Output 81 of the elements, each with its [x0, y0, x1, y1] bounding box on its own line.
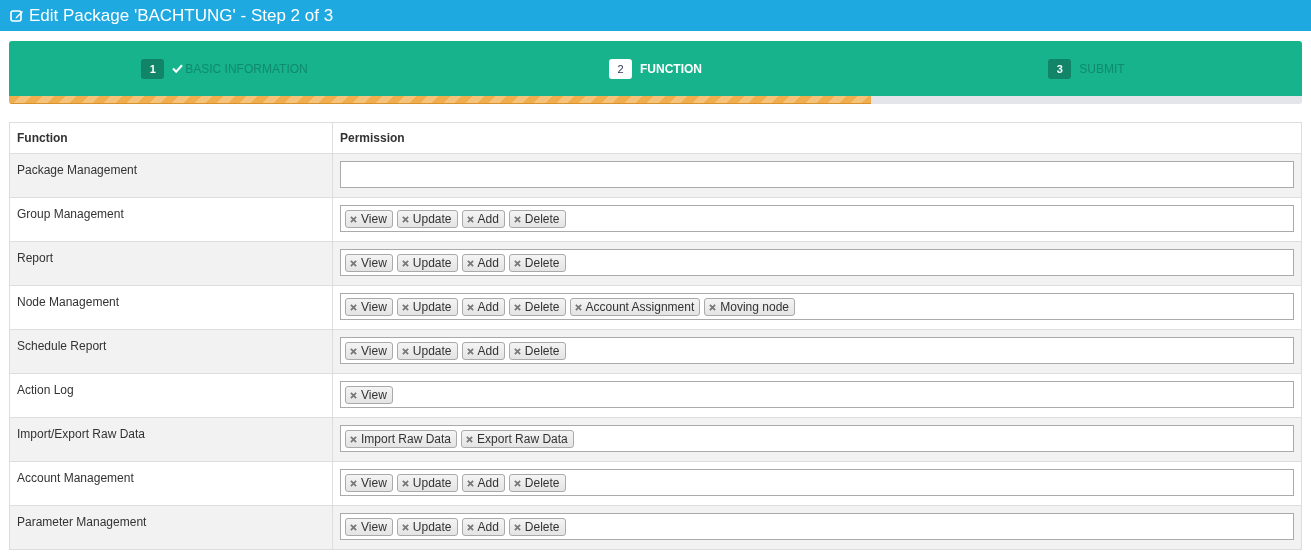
permission-tag[interactable]: Add	[461, 473, 505, 492]
permission-tag[interactable]: Update	[396, 253, 458, 272]
remove-icon[interactable]	[574, 304, 582, 311]
remove-icon[interactable]	[466, 216, 474, 223]
permission-field[interactable]: View	[340, 381, 1294, 408]
permission-tag[interactable]: View	[345, 253, 393, 272]
wizard-step[interactable]: 2 FUNCTION	[440, 41, 871, 96]
permission-tag[interactable]: Delete	[508, 253, 566, 272]
remove-icon[interactable]	[513, 480, 521, 487]
permission-tag[interactable]: Delete	[508, 297, 566, 316]
function-cell: Node Management	[9, 285, 333, 330]
remove-icon[interactable]	[401, 216, 409, 223]
remove-icon[interactable]	[513, 216, 521, 223]
remove-icon[interactable]	[466, 436, 474, 443]
column-header: Function	[9, 122, 333, 154]
function-cell: Account Management	[9, 461, 333, 506]
permission-field[interactable]: View Update Add Delete	[340, 205, 1294, 232]
remove-icon[interactable]	[350, 216, 357, 223]
permission-tag[interactable]: Add	[461, 297, 505, 316]
permission-tag[interactable]: View	[345, 341, 393, 360]
permission-tag[interactable]: Export Raw Data	[461, 429, 574, 448]
remove-icon[interactable]	[350, 260, 357, 267]
remove-icon[interactable]	[401, 260, 409, 267]
remove-icon[interactable]	[466, 480, 474, 487]
remove-icon[interactable]	[513, 260, 521, 267]
permission-tag[interactable]: Delete	[508, 341, 566, 360]
permission-tag[interactable]: Delete	[508, 473, 566, 492]
permission-tag[interactable]: Add	[461, 341, 505, 360]
permission-tag[interactable]: Delete	[508, 517, 566, 536]
permission-tag[interactable]: View	[345, 517, 393, 536]
permission-tag[interactable]: Import Raw Data	[345, 429, 458, 448]
function-cell: Report	[9, 241, 333, 286]
permission-tag[interactable]: Update	[396, 297, 458, 316]
remove-icon[interactable]	[401, 524, 409, 531]
function-cell: Schedule Report	[9, 329, 333, 374]
remove-icon[interactable]	[350, 392, 357, 399]
remove-icon[interactable]	[350, 524, 357, 531]
remove-icon[interactable]	[466, 524, 474, 531]
permission-field[interactable]	[340, 161, 1294, 188]
permission-tag[interactable]: View	[345, 385, 393, 404]
permission-tag[interactable]: Moving node	[704, 297, 795, 316]
permission-tag[interactable]: Add	[461, 209, 505, 228]
permission-tag[interactable]: Update	[396, 209, 458, 228]
remove-icon[interactable]	[401, 304, 409, 311]
permission-tag[interactable]: Add	[461, 253, 505, 272]
permission-tag[interactable]: Update	[396, 517, 458, 536]
permission-field[interactable]: Import Raw Data Export Raw Data	[340, 425, 1294, 452]
remove-icon[interactable]	[709, 304, 717, 311]
remove-icon[interactable]	[401, 480, 409, 487]
permission-tag[interactable]: View	[345, 297, 393, 316]
column-header: Permission	[332, 122, 1302, 154]
permission-tag[interactable]: Delete	[508, 209, 566, 228]
remove-icon[interactable]	[350, 304, 357, 311]
remove-icon[interactable]	[350, 480, 357, 487]
function-cell: Package Management	[9, 153, 333, 198]
remove-icon[interactable]	[466, 348, 474, 355]
permission-field[interactable]: View Update Add Delete	[340, 337, 1294, 364]
permission-tag[interactable]: Update	[396, 341, 458, 360]
permission-field[interactable]: View Update Add Delete	[340, 513, 1294, 540]
remove-icon[interactable]	[513, 524, 521, 531]
remove-icon[interactable]	[350, 436, 357, 443]
permission-tag[interactable]: Update	[396, 473, 458, 492]
function-cell: Parameter Management	[9, 505, 333, 550]
window-title: Edit Package 'BACHTUNG' - Step 2 of 3	[29, 5, 334, 26]
permission-tag[interactable]: View	[345, 209, 393, 228]
permission-tag[interactable]: Account Assignment	[569, 297, 701, 316]
function-cell: Import/Export Raw Data	[9, 417, 333, 462]
permission-tag[interactable]: Add	[461, 517, 505, 536]
function-cell: Action Log	[9, 373, 333, 418]
permission-field[interactable]: View Update Add Delete	[340, 469, 1294, 496]
remove-icon[interactable]	[466, 304, 474, 311]
permission-field[interactable]: View Update Add Delete	[340, 249, 1294, 276]
permission-tag[interactable]: View	[345, 473, 393, 492]
remove-icon[interactable]	[466, 260, 474, 267]
permission-field[interactable]: View Update Add Delete Account Assignment Moving node	[340, 293, 1294, 320]
remove-icon[interactable]	[350, 348, 357, 355]
function-cell: Group Management	[9, 197, 333, 242]
remove-icon[interactable]	[513, 348, 521, 355]
remove-icon[interactable]	[401, 348, 409, 355]
remove-icon[interactable]	[513, 304, 521, 311]
edit-icon	[10, 8, 24, 23]
